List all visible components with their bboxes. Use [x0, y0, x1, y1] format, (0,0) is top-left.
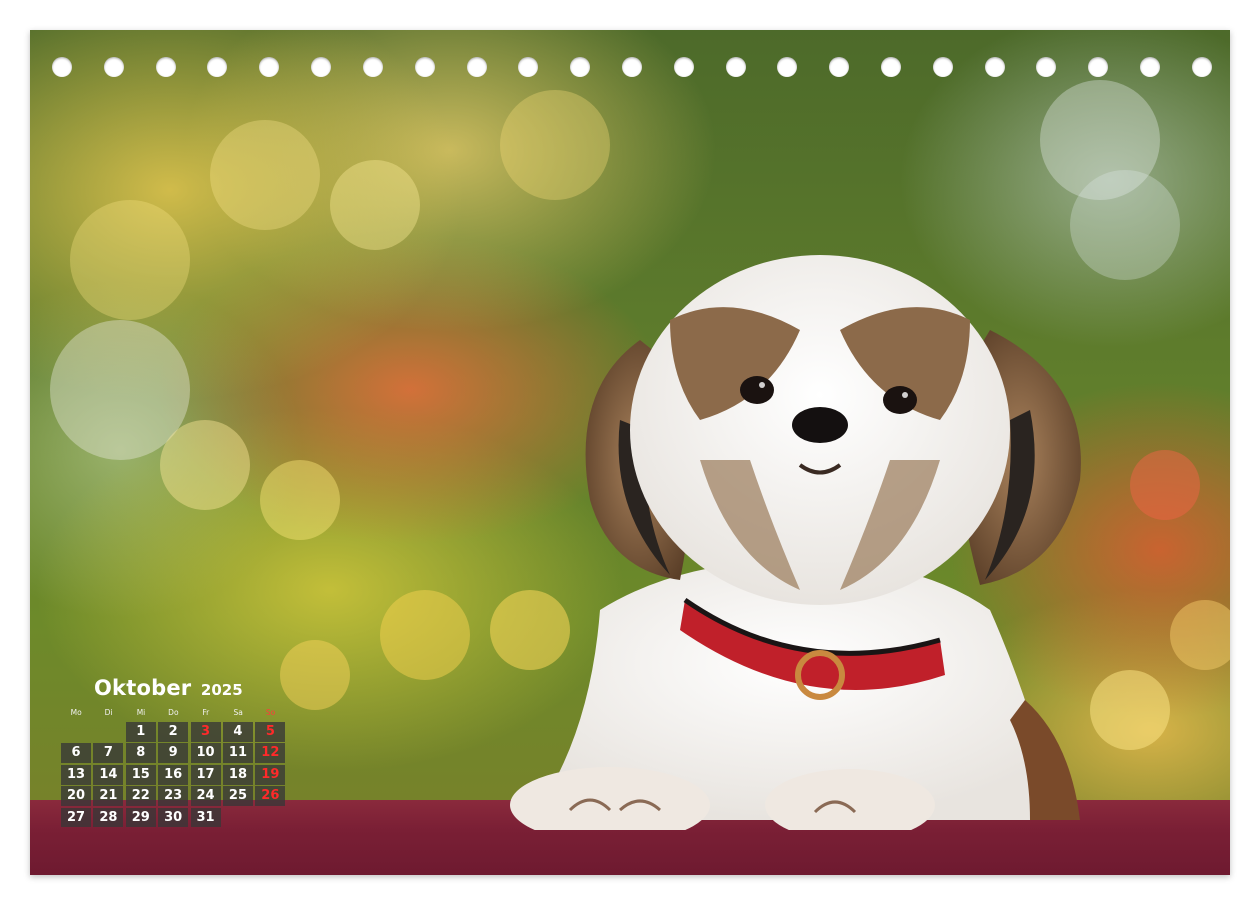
calendar-day: 25	[222, 786, 253, 806]
calendar-day: 29	[125, 807, 156, 828]
binding-hole	[984, 57, 1005, 77]
binding-hole	[725, 57, 746, 77]
weekday-label: Mo	[70, 708, 82, 717]
weekday-label: Sa	[233, 708, 243, 717]
bokeh-light	[280, 640, 350, 710]
calendar-day: 27	[61, 807, 91, 828]
calendar-day: 31	[190, 807, 221, 828]
calendar-day: 26	[255, 786, 286, 806]
calendar-day: 11	[222, 743, 253, 764]
bokeh-light	[50, 320, 190, 460]
calendar-day: 10	[190, 743, 221, 764]
calendar-month: Oktober	[94, 676, 192, 700]
bokeh-light	[380, 590, 470, 680]
calendar-day: 16	[158, 764, 189, 785]
binding-hole	[570, 57, 591, 77]
calendar-title: Oktober 2025	[94, 676, 243, 700]
weekday-label: Di	[104, 708, 113, 717]
calendar-day: 24	[190, 786, 221, 806]
binding-hole	[1191, 57, 1212, 77]
calendar-day: 12	[255, 743, 286, 764]
calendar-day: 4	[222, 722, 253, 742]
calendar-day: 15	[125, 764, 156, 785]
weekday-label: Fr	[202, 708, 210, 717]
binding-hole	[52, 57, 72, 77]
bokeh-light	[210, 120, 320, 230]
binding-hole	[1036, 57, 1057, 77]
binding-hole	[414, 57, 435, 77]
calendar-weekdays: Mo Di Mi Do Fr Sa So	[60, 708, 287, 717]
calendar-day: 2	[158, 722, 189, 742]
bokeh-light	[260, 460, 340, 540]
calendar-day: 9	[158, 743, 189, 764]
calendar-day: 3	[190, 722, 221, 742]
calendar-day: 7	[93, 743, 124, 764]
binding-hole	[673, 57, 694, 77]
binding-hole	[466, 57, 487, 77]
calendar-day: 21	[93, 786, 124, 806]
calendar-day: 22	[125, 786, 156, 806]
shih-tzu-dog	[510, 255, 1081, 830]
binding-hole	[311, 57, 332, 77]
calendar-day: 18	[222, 764, 253, 785]
calendar-day: 28	[93, 807, 124, 828]
binding-hole	[207, 57, 228, 77]
bokeh-light	[1130, 450, 1200, 520]
binding-hole	[259, 57, 280, 77]
calendar-day: 1	[125, 722, 156, 742]
binding-hole	[777, 57, 798, 77]
binding-hole	[881, 57, 901, 77]
binding-hole	[103, 57, 124, 77]
calendar-day-grid: 1 2 3 4 5 6 7 8 9 10 11 12 13 14 15 16 17 18 19 20 21 22 23 24 2…	[61, 722, 286, 828]
bokeh-light	[330, 160, 420, 250]
binding-hole	[518, 57, 539, 77]
binding-hole	[362, 57, 383, 77]
calendar-day: 5	[255, 722, 286, 742]
weekday-label: So	[265, 708, 276, 717]
calendar-day: 23	[158, 786, 189, 806]
calendar-day: 19	[255, 764, 286, 785]
binding-hole	[932, 57, 953, 77]
calendar-blank-cell	[93, 722, 123, 742]
calendar-day: 17	[190, 764, 221, 785]
bokeh-light	[70, 200, 190, 320]
calendar-day: 13	[61, 764, 91, 785]
weekday-label: Do	[168, 708, 179, 717]
binding-hole	[621, 57, 642, 77]
calendar-day: 20	[61, 786, 91, 806]
bokeh-light	[160, 420, 250, 510]
weekday-label: Mi	[136, 708, 146, 717]
calendar-year: 2025	[200, 681, 243, 699]
binding-hole	[829, 57, 850, 77]
binding-hole	[1140, 57, 1161, 77]
calendar-day: 30	[158, 807, 189, 828]
calendar-blank-cell	[61, 722, 91, 742]
binding-hole	[1088, 57, 1109, 77]
spiral-binding-holes	[52, 56, 1212, 78]
binding-hole	[155, 57, 176, 77]
calendar-day: 6	[61, 743, 91, 764]
calendar-day: 14	[93, 764, 124, 785]
calendar-day: 8	[125, 743, 156, 764]
bokeh-light	[1170, 600, 1230, 670]
